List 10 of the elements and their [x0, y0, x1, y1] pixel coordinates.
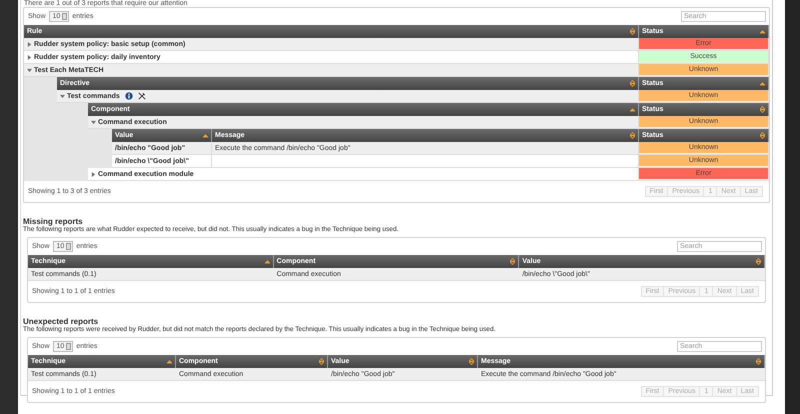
section-title: Missing reports [23, 217, 84, 226]
expander-icon[interactable] [27, 54, 32, 60]
expander-icon[interactable] [91, 120, 96, 124]
section-title: Unexpected reports [23, 317, 100, 326]
expander-icon[interactable] [60, 94, 65, 98]
expander-icon[interactable] [27, 68, 32, 72]
expander-icon[interactable] [91, 172, 96, 176]
tools-icon[interactable] [138, 92, 146, 100]
expander-icon[interactable] [27, 42, 32, 46]
info-icon[interactable] [124, 92, 133, 100]
